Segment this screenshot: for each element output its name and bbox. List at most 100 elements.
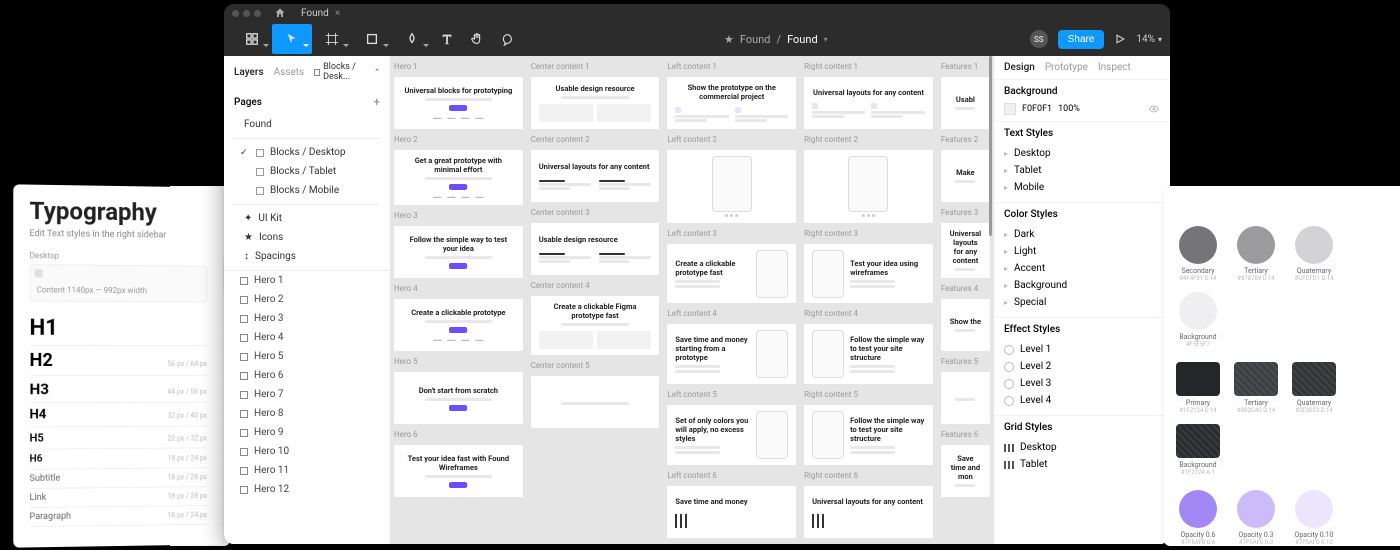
pen-tool[interactable] bbox=[392, 24, 432, 54]
frame[interactable]: Follow the simple way to test your idea bbox=[394, 226, 523, 278]
shape-tool[interactable] bbox=[352, 24, 392, 54]
traffic-lights[interactable] bbox=[232, 10, 261, 17]
frame[interactable]: Get a great prototype with minimal effor… bbox=[394, 150, 523, 205]
frame-label[interactable]: Hero 2 bbox=[394, 135, 523, 144]
frame-label[interactable]: Right content 1 bbox=[804, 62, 933, 71]
frame[interactable]: Universal layouts for any content bbox=[804, 77, 933, 129]
file-tab[interactable]: Found × bbox=[301, 8, 340, 19]
grid-style-item[interactable]: Desktop bbox=[1004, 439, 1160, 456]
frame-label[interactable]: Left content 5 bbox=[667, 390, 796, 399]
frame[interactable]: Create a clickable prototype▬▬▬▬▬▬▬▬ bbox=[394, 299, 523, 351]
play-icon[interactable] bbox=[1114, 33, 1126, 45]
frame-label[interactable]: Features 6 bbox=[941, 430, 990, 439]
canvas-scrollbar[interactable] bbox=[989, 56, 992, 544]
layer-item[interactable]: Hero 3 bbox=[224, 309, 390, 328]
comment-tool[interactable] bbox=[492, 24, 522, 54]
frame-label[interactable]: Center content 1 bbox=[531, 62, 660, 71]
effect-style-item[interactable]: Level 3 bbox=[1004, 375, 1160, 392]
effect-style-item[interactable]: Level 2 bbox=[1004, 358, 1160, 375]
grid-style-item[interactable]: Tablet bbox=[1004, 456, 1160, 473]
page-item[interactable]: ✓Blocks / Desktop bbox=[224, 143, 390, 162]
zoom-level[interactable]: 14% ▾ bbox=[1136, 34, 1162, 45]
layer-item[interactable]: Hero 8 bbox=[224, 404, 390, 423]
color-style-item[interactable]: ▸Accent bbox=[1004, 260, 1160, 277]
frame-label[interactable]: Right content 3 bbox=[804, 229, 933, 238]
color-swatch[interactable]: Opacity 0.6#7F5AF0 0.6 bbox=[1174, 490, 1222, 546]
share-button[interactable]: Share bbox=[1058, 30, 1105, 49]
text-style-item[interactable]: ▸Mobile bbox=[1004, 179, 1160, 196]
layer-item[interactable]: Hero 9 bbox=[224, 423, 390, 442]
frame[interactable]: Usable design resource bbox=[531, 223, 660, 275]
frame-label[interactable]: Left content 4 bbox=[667, 309, 796, 318]
layer-item[interactable]: Hero 11 bbox=[224, 461, 390, 480]
frame-label[interactable]: Right content 4 bbox=[804, 309, 933, 318]
page-selector[interactable]: Blocks / Desk... ⌃ bbox=[314, 62, 380, 82]
layer-item[interactable]: Hero 4 bbox=[224, 328, 390, 347]
frame-label[interactable]: Left content 2 bbox=[667, 135, 796, 144]
page-item[interactable]: ✦UI Kit bbox=[224, 209, 390, 228]
frame[interactable]: Make bbox=[941, 150, 990, 202]
frame[interactable]: Save time and money bbox=[667, 486, 796, 538]
frame-label[interactable]: Hero 6 bbox=[394, 430, 523, 439]
frame[interactable] bbox=[941, 372, 990, 424]
frame-label[interactable]: Center content 3 bbox=[531, 208, 660, 217]
layer-item[interactable]: Hero 12 bbox=[224, 480, 390, 499]
frame-label[interactable]: Right content 6 bbox=[804, 471, 933, 480]
frame-label[interactable]: Hero 3 bbox=[394, 211, 523, 220]
bg-hex[interactable]: F0F0F1 bbox=[1022, 104, 1052, 114]
frame[interactable]: Follow the simple way to test your site … bbox=[804, 324, 933, 384]
frame-label[interactable]: Right content 2 bbox=[804, 135, 933, 144]
frame-label[interactable]: Center content 2 bbox=[531, 135, 660, 144]
color-swatch[interactable]: Opacity 0.10#7F5AF0 0.10 bbox=[1290, 490, 1338, 546]
frame[interactable] bbox=[531, 376, 660, 428]
effect-style-item[interactable]: Level 1 bbox=[1004, 341, 1160, 358]
color-swatch[interactable]: Tertiary#878789 D.14 bbox=[1232, 226, 1280, 282]
color-swatch[interactable]: Opacity 0.3#7F5AF0 0.3 bbox=[1232, 490, 1280, 546]
frame[interactable]: Don't start from scratch bbox=[394, 372, 523, 424]
menu-button[interactable] bbox=[232, 24, 272, 54]
frame[interactable]: Save time and money starting from a prot… bbox=[667, 324, 796, 384]
layer-item[interactable]: Hero 10 bbox=[224, 442, 390, 461]
text-style-item[interactable]: ▸Tablet bbox=[1004, 162, 1160, 179]
frame-label[interactable]: Right content 5 bbox=[804, 390, 933, 399]
tab-assets[interactable]: Assets bbox=[274, 67, 305, 78]
bg-swatch[interactable] bbox=[1004, 103, 1016, 115]
frame[interactable]: Usable design resource bbox=[531, 77, 660, 129]
frame[interactable]: Universal layouts for any content bbox=[804, 486, 933, 538]
color-style-item[interactable]: ▸Special bbox=[1004, 294, 1160, 311]
page-item[interactable]: Blocks / Mobile bbox=[224, 181, 390, 200]
layer-item[interactable]: Hero 6 bbox=[224, 366, 390, 385]
breadcrumb[interactable]: ★ Found / Found ▾ bbox=[724, 33, 828, 46]
layer-item[interactable]: Hero 7 bbox=[224, 385, 390, 404]
move-tool[interactable] bbox=[272, 24, 312, 54]
frame[interactable]: Create a clickable prototype fast bbox=[667, 244, 796, 304]
color-swatch[interactable]: Background#F5F5F7 bbox=[1174, 292, 1222, 348]
frame-tool[interactable] bbox=[312, 24, 352, 54]
frame-label[interactable]: Left content 6 bbox=[667, 471, 796, 480]
page-item[interactable]: ↕Spacings bbox=[224, 247, 390, 266]
frame-label[interactable]: Hero 1 bbox=[394, 62, 523, 71]
avatar[interactable]: SS bbox=[1030, 30, 1048, 48]
layer-item[interactable]: Hero 2 bbox=[224, 290, 390, 309]
frame-label[interactable]: Features 3 bbox=[941, 208, 990, 217]
bg-opacity[interactable]: 100% bbox=[1058, 104, 1080, 114]
eye-icon[interactable] bbox=[1148, 103, 1160, 115]
close-icon[interactable]: × bbox=[335, 8, 340, 19]
frame[interactable]: Universal blocks for prototyping▬▬▬▬▬▬▬▬ bbox=[394, 77, 523, 129]
frame[interactable]: Universal layouts for any content bbox=[941, 223, 990, 278]
page-item[interactable]: Blocks / Tablet bbox=[224, 162, 390, 181]
frame[interactable]: Show the bbox=[941, 299, 990, 351]
tab-design[interactable]: Design bbox=[1004, 62, 1035, 73]
canvas[interactable]: Hero 1 Universal blocks for prototyping▬▬… bbox=[390, 56, 994, 544]
layer-item[interactable]: Hero 5 bbox=[224, 347, 390, 366]
page-item[interactable]: ★Icons bbox=[224, 228, 390, 247]
layer-item[interactable]: Hero 1 bbox=[224, 271, 390, 290]
frame[interactable]: Create a clickable Figma prototype fast bbox=[531, 296, 660, 355]
frame-label[interactable]: Hero 5 bbox=[394, 357, 523, 366]
frame-label[interactable]: Features 1 bbox=[941, 62, 990, 71]
color-style-item[interactable]: ▸Background bbox=[1004, 277, 1160, 294]
add-page-button[interactable]: + bbox=[373, 95, 380, 109]
tab-inspect[interactable]: Inspect bbox=[1098, 62, 1131, 73]
frame[interactable]: Test your idea fast with Found Wireframe… bbox=[394, 445, 523, 497]
frame[interactable]: Save time and mon bbox=[941, 445, 990, 497]
